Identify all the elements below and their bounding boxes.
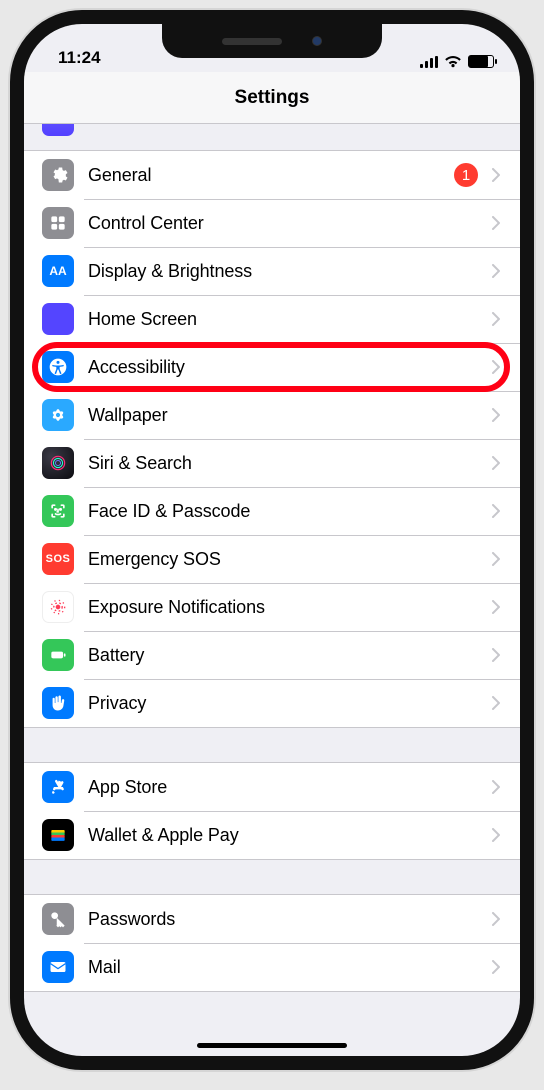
row-label: Siri & Search (74, 453, 486, 474)
faceid-icon (42, 495, 74, 527)
sliders-icon (42, 207, 74, 239)
cellular-icon (420, 56, 438, 68)
row-label: Wallpaper (74, 405, 486, 426)
row-faceid[interactable]: Face ID & Passcode (24, 487, 520, 535)
settings-group: General 1 Control Center AA Display & Br… (24, 150, 520, 728)
row-label: Passwords (74, 909, 486, 930)
row-label: Wallet & Apple Pay (74, 825, 486, 846)
row-label: Mail (74, 957, 486, 978)
chevron-right-icon (486, 168, 506, 182)
flower-icon (42, 399, 74, 431)
settings-group: App Store Wallet & Apple Pay (24, 762, 520, 860)
sos-icon: SOS (42, 543, 74, 575)
text-size-icon: AA (42, 255, 74, 287)
row-accessibility[interactable]: Accessibility (24, 343, 520, 391)
row-appstore[interactable]: App Store (24, 763, 520, 811)
row-label: Privacy (74, 693, 486, 714)
chevron-right-icon (486, 360, 506, 374)
row-label: Battery (74, 645, 486, 666)
row-home-screen[interactable]: Home Screen (24, 295, 520, 343)
badge: 1 (454, 163, 478, 187)
chevron-right-icon (486, 600, 506, 614)
mail-icon (42, 951, 74, 983)
row-general[interactable]: General 1 (24, 151, 520, 199)
chevron-right-icon (486, 912, 506, 926)
chevron-right-icon (486, 408, 506, 422)
chevron-right-icon (486, 780, 506, 794)
gear-icon (42, 159, 74, 191)
home-indicator[interactable] (197, 1043, 347, 1048)
row-control-center[interactable]: Control Center (24, 199, 520, 247)
previous-row-icon (42, 124, 74, 136)
nav-title: Settings (235, 87, 310, 109)
chevron-right-icon (486, 216, 506, 230)
side-button (520, 314, 526, 424)
settings-group: Passwords Mail (24, 894, 520, 992)
row-siri[interactable]: Siri & Search (24, 439, 520, 487)
row-battery[interactable]: Battery (24, 631, 520, 679)
appstore-icon (42, 771, 74, 803)
battery-icon (468, 55, 494, 68)
chevron-right-icon (486, 456, 506, 470)
status-time: 11:24 (58, 48, 101, 68)
chevron-right-icon (486, 648, 506, 662)
row-wallpaper[interactable]: Wallpaper (24, 391, 520, 439)
row-label: App Store (74, 777, 486, 798)
row-privacy[interactable]: Privacy (24, 679, 520, 727)
apps-grid-icon (42, 303, 74, 335)
row-label: Face ID & Passcode (74, 501, 486, 522)
chevron-right-icon (486, 828, 506, 842)
nav-bar: Settings (24, 72, 520, 124)
wallet-icon (42, 819, 74, 851)
screen: 11:24 Settings General 1 (24, 24, 520, 1056)
chevron-right-icon (486, 264, 506, 278)
row-label: General (74, 165, 454, 186)
row-wallet[interactable]: Wallet & Apple Pay (24, 811, 520, 859)
row-exposure[interactable]: Exposure Notifications (24, 583, 520, 631)
accessibility-icon (42, 351, 74, 383)
row-label: Control Center (74, 213, 486, 234)
chevron-right-icon (486, 696, 506, 710)
row-label: Exposure Notifications (74, 597, 486, 618)
exposure-icon (42, 591, 74, 623)
row-sos[interactable]: SOS Emergency SOS (24, 535, 520, 583)
wifi-icon (444, 55, 462, 68)
row-mail[interactable]: Mail (24, 943, 520, 991)
iphone-frame: 11:24 Settings General 1 (10, 10, 534, 1070)
chevron-right-icon (486, 504, 506, 518)
key-icon (42, 903, 74, 935)
row-passwords[interactable]: Passwords (24, 895, 520, 943)
chevron-right-icon (486, 960, 506, 974)
row-label: Home Screen (74, 309, 486, 330)
row-label: Emergency SOS (74, 549, 486, 570)
row-display[interactable]: AA Display & Brightness (24, 247, 520, 295)
hand-icon (42, 687, 74, 719)
row-label: Display & Brightness (74, 261, 486, 282)
siri-icon (42, 447, 74, 479)
battery-icon (42, 639, 74, 671)
settings-list[interactable]: General 1 Control Center AA Display & Br… (24, 124, 520, 1056)
notch (162, 24, 382, 58)
chevron-right-icon (486, 552, 506, 566)
chevron-right-icon (486, 312, 506, 326)
row-label: Accessibility (74, 357, 486, 378)
